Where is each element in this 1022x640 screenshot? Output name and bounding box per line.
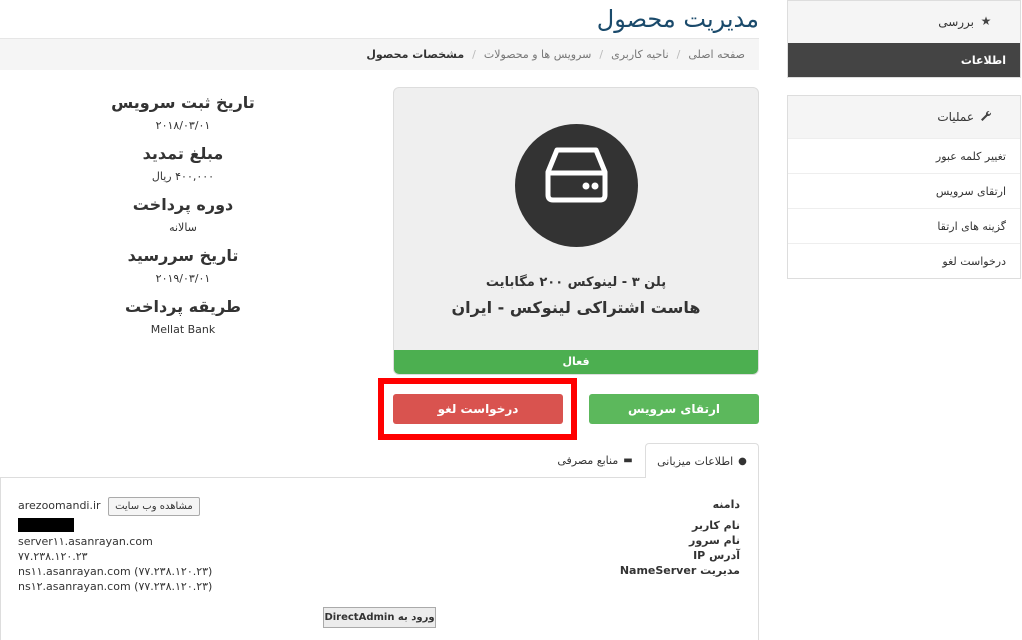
hosting-values: arezoomandi.ir مشاهده وب سایت server۱۱.a… xyxy=(18,497,212,594)
sidebar-item-info[interactable]: اطلاعات xyxy=(788,43,1020,77)
drive-icon: ▬ xyxy=(623,455,633,466)
breadcrumb-separator: / xyxy=(676,48,681,61)
tab-resources-label: منابع مصرفی xyxy=(557,454,619,467)
registration-date-value: ۲۰۱۸/۰۳/۰۱ xyxy=(155,119,211,132)
product-card: پلن ۳ - لینوکس ۲۰۰ مگابایت هاست اشتراکی … xyxy=(393,87,759,375)
breadcrumb-services[interactable]: سرویس ها و محصولات xyxy=(484,48,591,61)
domain-label: دامنه xyxy=(712,498,740,511)
service-details: تاریخ ثبت سرویس ۲۰۱۸/۰۳/۰۱ مبلغ تمدید ۴۰… xyxy=(0,90,366,345)
username-label: نام کاربر xyxy=(692,519,740,532)
breadcrumb-client-area[interactable]: ناحیه کاربری xyxy=(611,48,669,61)
ip-address-value: ۷۷.۲۳۸.۱۲۰.۲۳ xyxy=(18,550,88,563)
breadcrumb-home[interactable]: صفحه اصلی xyxy=(688,48,745,61)
product-name: هاست اشتراکی لینوکس - ایران xyxy=(451,298,701,317)
billing-cycle-value: سالانه xyxy=(169,221,197,234)
sidebar-item-cancel-request[interactable]: درخواست لغو xyxy=(788,243,1020,278)
tab-resources[interactable]: ▬ منابع مصرفی xyxy=(545,443,645,478)
nameserver-1-value: ns۱۱.asanrayan.com (۷۷.۲۳۸.۱۲۰.۲۳) xyxy=(18,565,213,578)
payment-method-label: طریقه پرداخت xyxy=(125,297,241,316)
sidebar-item-upgrade-options[interactable]: گزینه های ارتقا xyxy=(788,208,1020,243)
payment-method-value: Mellat Bank xyxy=(150,323,216,336)
product-plan: پلن ۳ - لینوکس ۲۰۰ مگابایت xyxy=(485,275,667,290)
visit-site-button[interactable]: مشاهده وب سایت xyxy=(108,497,200,516)
registration-date-label: تاریخ ثبت سرویس xyxy=(111,93,255,112)
breadcrumb-separator: / xyxy=(472,48,476,61)
sidebar-overview-panel: ★ بررسی اطلاعات xyxy=(787,0,1021,78)
product-icon-circle xyxy=(515,124,638,247)
breadcrumb-current: مشخصات محصول xyxy=(366,48,465,61)
server-name-value: server۱۱.asanrayan.com xyxy=(18,535,153,548)
hosting-labels: دامنه نام کاربر نام سرور آدرس IP مدیریت … xyxy=(620,497,740,578)
directadmin-login-button[interactable]: ورود به DirectAdmin xyxy=(323,607,436,628)
sidebar-item-upgrade-service[interactable]: ارتقای سرویس xyxy=(788,173,1020,208)
breadcrumb-separator: / xyxy=(599,48,604,61)
nameserver-2-value: ns۱۲.asanrayan.com (۷۷.۲۳۸.۱۲۰.۲۳) xyxy=(18,580,213,593)
renewal-amount-label: مبلغ تمدید xyxy=(142,144,224,163)
ip-address-label: آدرس IP xyxy=(693,549,740,562)
server-drive-icon xyxy=(545,147,608,203)
highlight-box xyxy=(378,378,577,440)
overview-panel-title: بررسی xyxy=(938,15,974,29)
sidebar-actions-panel: عملیات تغییر کلمه عبور ارتقای سرویس گزین… xyxy=(787,95,1021,279)
sidebar-item-change-password[interactable]: تغییر کلمه عبور xyxy=(788,138,1020,173)
actions-panel-header: عملیات xyxy=(788,96,1020,138)
page-title: مدیریت محصول xyxy=(596,5,759,33)
upgrade-service-button[interactable]: ارتقای سرویس xyxy=(589,394,759,424)
tab-hosting-info-label: اطلاعات میزبانی xyxy=(657,454,734,468)
tab-hosting-info[interactable]: ● اطلاعات میزبانی xyxy=(645,443,759,478)
domain-value: arezoomandi.ir xyxy=(18,499,101,512)
due-date-value: ۲۰۱۹/۰۳/۰۱ xyxy=(155,272,211,285)
breadcrumb: صفحه اصلی / ناحیه کاربری / سرویس ها و مح… xyxy=(0,38,759,70)
star-icon: ★ xyxy=(980,14,992,28)
billing-cycle-label: دوره پرداخت xyxy=(132,195,234,214)
overview-panel-header: ★ بررسی xyxy=(788,1,1020,43)
renewal-amount-value: ۴۰۰,۰۰۰ ریال xyxy=(151,170,215,183)
globe-icon: ● xyxy=(738,455,747,467)
status-badge: فعال xyxy=(394,350,758,374)
actions-panel-title: عملیات xyxy=(937,110,974,124)
due-date-label: تاریخ سررسید xyxy=(127,246,239,265)
nameserver-label: مدیریت NameServer xyxy=(619,564,740,577)
wrench-icon xyxy=(980,110,992,122)
username-redacted xyxy=(18,518,74,532)
server-name-label: نام سرور xyxy=(689,534,740,547)
